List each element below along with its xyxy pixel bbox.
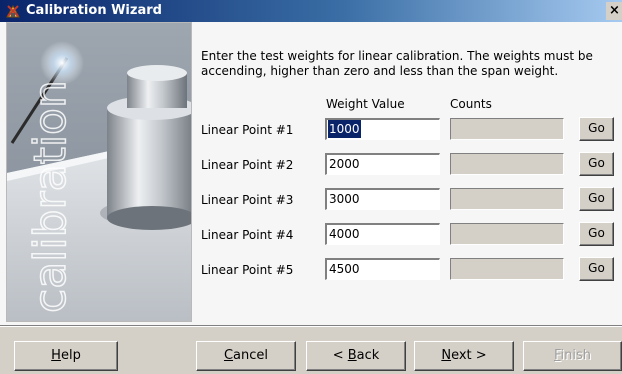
linear-point-1-weight-input[interactable]: 1000 <box>325 118 440 140</box>
linear-point-3-counts-field <box>450 188 564 210</box>
counts-header: Counts <box>450 97 492 111</box>
calibration-wizard-app-icon <box>6 4 20 18</box>
linear-point-2-counts-field <box>450 153 564 175</box>
linear-point-5-label: Linear Point #5 <box>201 263 294 277</box>
linear-point-1-counts-field <box>450 118 564 140</box>
back-button[interactable]: < Back <box>306 341 406 371</box>
linear-point-1-label: Linear Point #1 <box>201 123 294 137</box>
linear-point-5-counts-field <box>450 258 564 280</box>
calibration-watermark: calibration <box>25 80 76 313</box>
window-title: Calibration Wizard <box>26 3 162 18</box>
linear-point-5-go-button[interactable]: Go <box>579 257 614 281</box>
weight-value-header: Weight Value <box>326 97 405 111</box>
linear-point-5-weight-input[interactable]: 4500 <box>325 258 440 280</box>
cancel-button[interactable]: Cancel <box>196 341 296 371</box>
linear-point-4-weight-input[interactable]: 4000 <box>325 223 440 245</box>
linear-point-1-go-button[interactable]: Go <box>579 117 614 141</box>
linear-point-4-go-button[interactable]: Go <box>579 222 614 246</box>
linear-point-3-label: Linear Point #3 <box>201 193 294 207</box>
calibration-wizard-window: Calibration Wizard × calibration Enter t… <box>0 0 622 374</box>
linear-point-2-weight-input[interactable]: 2000 <box>325 153 440 175</box>
wizard-side-image: calibration <box>6 22 192 322</box>
help-button[interactable]: Help <box>14 341 118 371</box>
title-bar[interactable]: Calibration Wizard × <box>0 0 622 22</box>
calibration-weight-illustration: calibration <box>7 23 191 321</box>
linear-point-4-counts-field <box>450 223 564 245</box>
linear-point-2-go-button[interactable]: Go <box>579 152 614 176</box>
linear-point-4-label: Linear Point #4 <box>201 228 294 242</box>
finish-button[interactable]: Finish <box>523 341 622 371</box>
instructions-text: Enter the test weights for linear calibr… <box>201 49 593 78</box>
next-button[interactable]: Next > <box>414 341 514 371</box>
linear-point-2-label: Linear Point #2 <box>201 158 294 172</box>
close-icon: × <box>609 3 620 18</box>
linear-point-3-go-button[interactable]: Go <box>579 187 614 211</box>
linear-point-3-weight-input[interactable]: 3000 <box>325 188 440 210</box>
close-button[interactable]: × <box>606 2 622 20</box>
